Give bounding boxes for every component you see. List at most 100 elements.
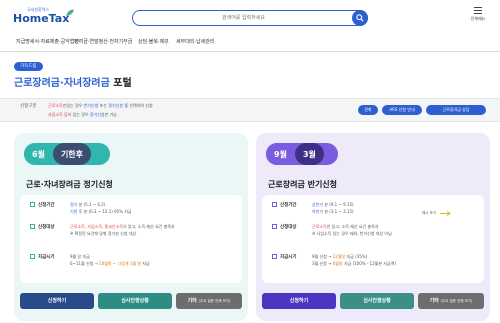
semiannual-application-card: 9월 3월 근로장려금 반기신청 신청기간 상반기 분 (9.1 ~ 9.15)… (256, 133, 490, 321)
row-text: ※ 확정된 요건에 맞춰 정기분 신청 대상 (70, 231, 137, 236)
etc-sub-label: (주요 질문 전체 보기) (440, 299, 473, 303)
checkbox-icon (30, 224, 35, 229)
nav-item-2[interactable]: 장려금·연말정산·전자기부금 (74, 38, 132, 45)
consult-button[interactable]: 근로장려금 상담 (426, 105, 486, 115)
menu-label: 전체메뉴 (470, 16, 486, 21)
month-label: 6월 (24, 143, 53, 165)
row-text-part: 지급 (100% - 12월분 지급액) (342, 261, 396, 266)
ars-guide-button[interactable]: ARS 신청 안내 (382, 105, 422, 115)
title-part-earned: 근로장려금 (14, 78, 60, 89)
logo-text: HomeTax (13, 12, 70, 25)
row-text-part: 분 (3.1 ~ 3.15) (323, 209, 354, 214)
etc-sub-label: (주요 질문 전체 보기) (198, 299, 231, 303)
row-text-part: 기한 후 (70, 209, 83, 214)
review-status-button[interactable]: 심사진행상황 (98, 293, 172, 309)
row-text-part: 만 있고, 소득·재산 요건 충족자 (326, 224, 379, 229)
search-input[interactable] (141, 12, 346, 24)
checkbox-icon (272, 224, 277, 229)
row-label-text: 신청기간 (38, 203, 55, 208)
etc-label: 기타 (429, 298, 439, 304)
row-text: 정기 분 (5.1 ~ 6.2) (70, 202, 105, 208)
row-text-part: 상반기 (312, 202, 324, 207)
row-text: 6~11월 신청 → 10월말 ~ 다음해 1월 말 지급 (70, 261, 150, 267)
etc-button[interactable]: 기타 (주요 질문 전체 보기) (176, 293, 242, 309)
row-text-part: 분 (9.1 ~ 9.15) (323, 202, 354, 207)
row-text-part: 지급 (81, 254, 90, 259)
row-text-part: 지급 (35%) (345, 254, 368, 259)
row-text-part: 지급 (141, 261, 150, 266)
title-part-portal: 포털 (109, 78, 132, 89)
nav-divider (166, 39, 167, 45)
checkbox-icon (30, 202, 35, 207)
period-pill: 6월 기한후 (24, 143, 110, 165)
etc-label: 기타 (187, 298, 197, 304)
row-text-part: 9월 신청 → (312, 254, 333, 259)
row-text-part: 근로소득 (312, 224, 327, 229)
phone-button[interactable]: 전화 (358, 105, 378, 115)
row-text-part: 이 있고, 소득·재산 요건 충족자 (122, 224, 175, 229)
row-text-part: 10월말 ~ 다음해 1월 말 (99, 261, 142, 266)
row-text-part: 분 (6.3 ~ 12.1) 95% 지급 (82, 209, 132, 214)
leaf-icon (66, 9, 74, 16)
title-part-child: 자녀장려금 (63, 78, 110, 89)
nav-item-1[interactable]: 지급명세서·자료제출·공익법인 (16, 38, 79, 45)
info-text: 또는 (98, 103, 109, 108)
info-label: 신청구분 (20, 104, 37, 109)
card-title: 근로·자녀장려금 정기신청 (26, 180, 113, 189)
example-link[interactable]: 예시 보기 (422, 211, 436, 216)
regular-application-card: 6월 기한후 근로·자녀장려금 정기신청 신청기간 정기 분 (5.1 ~ 6.… (14, 133, 248, 321)
nav-divider (125, 39, 126, 45)
nav-item-4[interactable]: 세무대리·납세관리 (176, 38, 214, 45)
etc-button[interactable]: 기타 (주요 질문 전체 보기) (418, 293, 484, 309)
row-label: 지급시기 (272, 254, 297, 260)
row-text: ※ 사업소득 있는 경우 제외, 반기신청 대상 아님 (312, 231, 392, 236)
row-label-text: 신청대상 (38, 225, 55, 230)
row-text: 기한 후 분 (6.3 ~ 12.1) 95% 지급 (70, 209, 132, 215)
row-text: 9월 말 지급 (70, 254, 90, 260)
checkbox-icon (272, 202, 277, 207)
row-text-part: 12월말 (332, 254, 346, 259)
row-text-part: , 종교인소득 (102, 224, 123, 229)
info-text: 반기신청 (83, 103, 99, 108)
review-status-button[interactable]: 심사진행상황 (340, 293, 414, 309)
info-text: 만 가능 (104, 112, 117, 117)
main-nav: 지급명세서·자료제출·공익법인 장려금·연말정산·전자기부금 상담·불복·제보 … (0, 34, 500, 52)
row-label: 지급시기 (30, 254, 55, 260)
row-label-text: 지급시기 (38, 255, 55, 260)
header: 국세청홈택스 HomeTax 전체메뉴 (0, 0, 500, 34)
period-tag: 기한후 (52, 143, 92, 165)
card-details: 신청기간 상반기 분 (9.1 ~ 9.15) 하반기 분 (3.1 ~ 3.1… (262, 195, 484, 283)
card-title: 근로장려금 반기신청 (268, 180, 338, 189)
info-text: 이 있는 경우 (67, 112, 90, 117)
row-text-part: 분 (5.1 ~ 6.2) (77, 202, 106, 207)
row-text-part: 6월말 (332, 261, 343, 266)
info-line-2: 사업소득 등이 있는 경우 정기신청만 가능 (48, 112, 117, 118)
info-text: 사업소득 등 (48, 112, 68, 117)
row-text-part: 3월 신청 → (312, 261, 333, 266)
info-text: 근로소득만 (48, 103, 67, 108)
row-text-part: 근로소득 (70, 224, 85, 229)
all-menu-button[interactable]: 전체메뉴 (468, 7, 488, 29)
row-text: 상반기 분 (9.1 ~ 9.15) (312, 202, 354, 208)
card-details: 신청기간 정기 분 (5.1 ~ 6.2) 기한 후 분 (6.3 ~ 12.1… (20, 195, 242, 283)
info-text: 있는 경우 (66, 103, 84, 108)
row-label-text: 신청대상 (280, 225, 297, 230)
info-line-1: 근로소득만있는 경우 반기신청 또는 정기신청 중 선택하여 신청 (48, 103, 153, 109)
apply-button[interactable]: 신청하기 (20, 293, 94, 309)
row-label: 신청기간 (272, 202, 297, 208)
nav-divider (62, 39, 63, 45)
hometax-logo[interactable]: 국세청홈택스 HomeTax (13, 7, 74, 29)
row-label: 신청대상 (30, 224, 55, 230)
search-button[interactable] (352, 10, 368, 26)
period-tag: 3월 (294, 143, 324, 165)
arrow-right-icon (440, 211, 451, 216)
checkbox-icon (30, 254, 35, 259)
period-pill: 9월 3월 (266, 143, 338, 165)
row-text: 하반기 분 (3.1 ~ 3.15) (312, 209, 354, 215)
row-label: 신청대상 (272, 224, 297, 230)
checkbox-icon (272, 254, 277, 259)
nav-item-3[interactable]: 상담·불복·제보 (138, 38, 169, 45)
row-text-part: , 사업소득 (84, 224, 102, 229)
apply-button[interactable]: 신청하기 (262, 293, 336, 309)
info-text: 정기신청 (89, 112, 105, 117)
